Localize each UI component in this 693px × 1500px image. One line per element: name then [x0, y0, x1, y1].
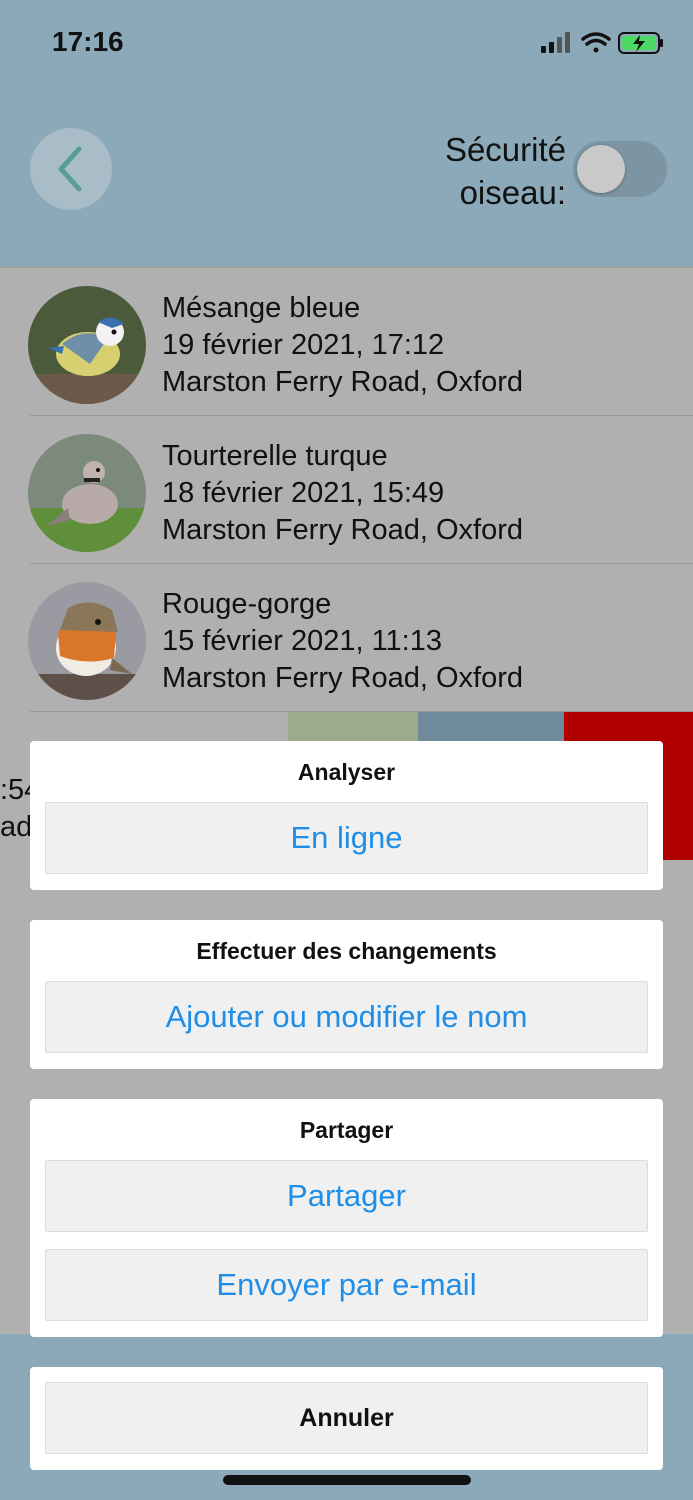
status-icons — [541, 30, 665, 61]
share-group: Partager Partager Envoyer par e-mail — [30, 1099, 663, 1337]
home-indicator[interactable] — [223, 1475, 471, 1485]
cancel-group: Annuler — [30, 1367, 663, 1470]
sighting-date: 19 février 2021, 17:12 — [162, 329, 445, 361]
swipe-action-green[interactable] — [288, 712, 418, 742]
cellular-signal-icon — [541, 32, 570, 53]
robin-photo — [28, 582, 146, 700]
email-button[interactable]: Envoyer par e-mail — [45, 1249, 648, 1321]
analyze-title: Analyser — [297, 759, 396, 785]
list-item[interactable]: Rouge-gorge 15 février 2021, 11:13 Marst… — [0, 564, 693, 712]
share-button[interactable]: Partager — [45, 1160, 648, 1232]
bird-safety-label-line2: oiseau: — [459, 174, 566, 211]
bird-name: Tourterelle turque — [162, 440, 388, 472]
bird-name: Rouge-gorge — [162, 588, 332, 620]
sighting-location: Marston Ferry Road, Oxford — [162, 366, 523, 398]
analyze-group: Analyser En ligne — [30, 741, 663, 890]
cancel-button[interactable]: Annuler — [45, 1382, 648, 1454]
collared-dove-photo — [28, 434, 146, 552]
online-button[interactable]: En ligne — [45, 802, 648, 874]
bird-safety-label: Sécurité oiseau: — [400, 128, 566, 214]
changes-group: Effectuer des changements Ajouter ou mod… — [30, 920, 663, 1069]
chevron-left-icon — [58, 146, 82, 192]
sighting-date: 18 février 2021, 15:49 — [162, 477, 445, 509]
bird-name: Mésange bleue — [162, 292, 361, 324]
wifi-icon — [581, 32, 611, 53]
list-item[interactable]: Mésange bleue 19 février 2021, 17:12 Mar… — [0, 268, 693, 416]
edit-name-button[interactable]: Ajouter ou modifier le nom — [45, 981, 648, 1053]
blue-tit-photo — [28, 286, 146, 404]
swipe-action-blue[interactable] — [418, 712, 564, 742]
sighting-info: Rouge-gorge 15 février 2021, 11:13 Marst… — [162, 586, 523, 697]
sighting-date: 15 février 2021, 11:13 — [162, 625, 442, 657]
share-title: Partager — [299, 1117, 394, 1143]
bird-safety-label-line1: Sécurité — [444, 131, 566, 168]
back-button[interactable] — [30, 128, 112, 210]
changes-title: Effectuer des changements — [196, 938, 497, 964]
header: 17:16 Sécurité oiseau: — [0, 0, 693, 266]
sighting-info: Tourterelle turque 18 février 2021, 15:4… — [162, 438, 523, 549]
battery-charging-icon — [618, 32, 663, 54]
bird-safety-toggle[interactable] — [573, 141, 667, 197]
toggle-knob — [577, 145, 625, 193]
screen: 17:16 Sécurité oiseau: Mésange bleue 19 … — [0, 0, 693, 1500]
sighting-info: Mésange bleue 19 février 2021, 17:12 Mar… — [162, 290, 523, 401]
list-item[interactable]: Tourterelle turque 18 février 2021, 15:4… — [0, 416, 693, 564]
sighting-location: Marston Ferry Road, Oxford — [162, 514, 523, 546]
status-time: 17:16 — [52, 26, 124, 57]
sighting-location: Marston Ferry Road, Oxford — [162, 662, 523, 694]
